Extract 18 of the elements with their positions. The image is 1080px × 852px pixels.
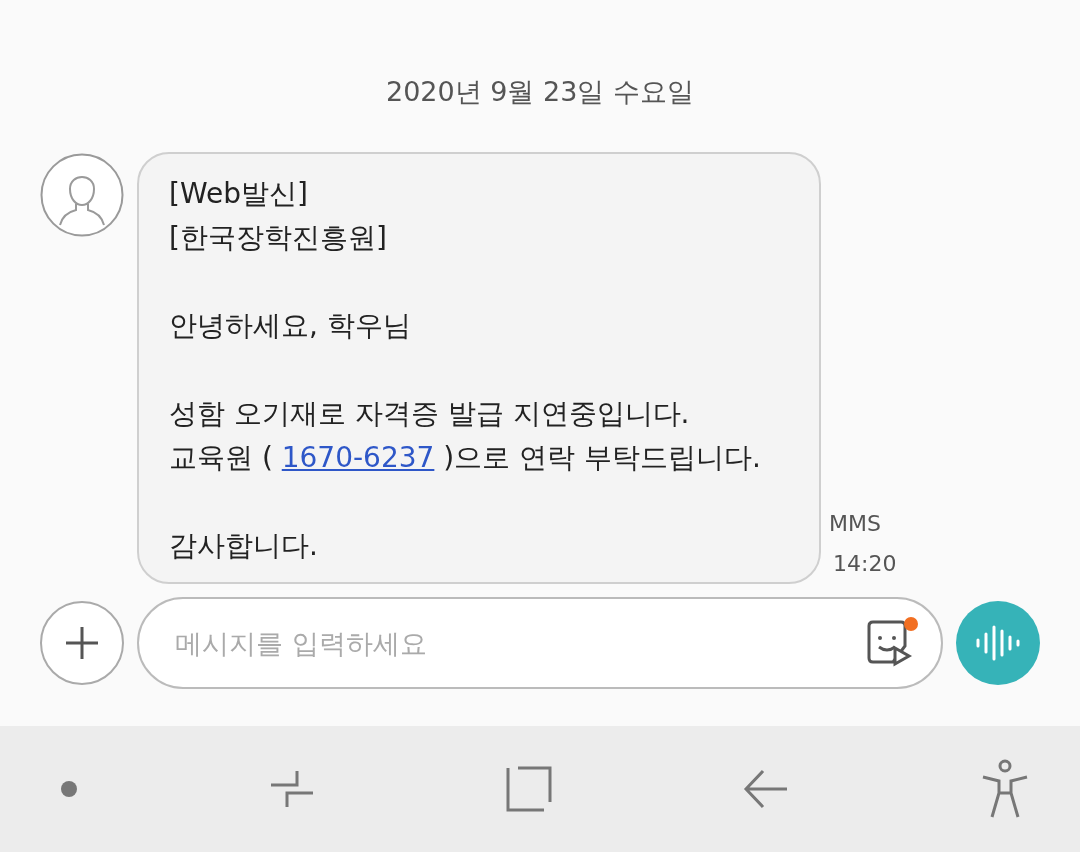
recents-icon[interactable] [269, 769, 315, 809]
message-text: 성함 오기재로 자격증 발급 지연중입니다. [169, 396, 691, 432]
avatar-icon[interactable] [40, 153, 124, 237]
message-text: 감사합니다. [169, 528, 319, 564]
dot-icon[interactable] [60, 780, 78, 798]
message-bubble[interactable]: [Web발신] [한국장학진흥원] 안녕하세요, 학우님 성함 오기재로 자격증 발급 지연중입니다. 교육원 ( 1670-6237 )으로 연락 부탁드립니다. 감사합니다. [137, 152, 821, 584]
back-icon[interactable] [743, 769, 789, 809]
message-text: [Web발신] [169, 176, 309, 212]
phone-link[interactable]: 1670-6237 [281, 441, 435, 474]
message-type: MMS [829, 510, 882, 538]
home-icon[interactable] [506, 766, 552, 812]
message-input-field[interactable]: 메시지를 입력하세요 [137, 597, 943, 689]
accessibility-icon[interactable] [980, 759, 1030, 819]
message-text: [한국장학진흥원] [169, 220, 388, 256]
message-time: 14:20 [832, 550, 897, 578]
message-text: 안녕하세요, 학우님 [169, 308, 412, 344]
message-text: 교육원 ( 1670-6237 )으로 연락 부탁드립니다. [169, 440, 762, 476]
date-header: 2020년 9월 23일 수요일 [385, 75, 695, 109]
